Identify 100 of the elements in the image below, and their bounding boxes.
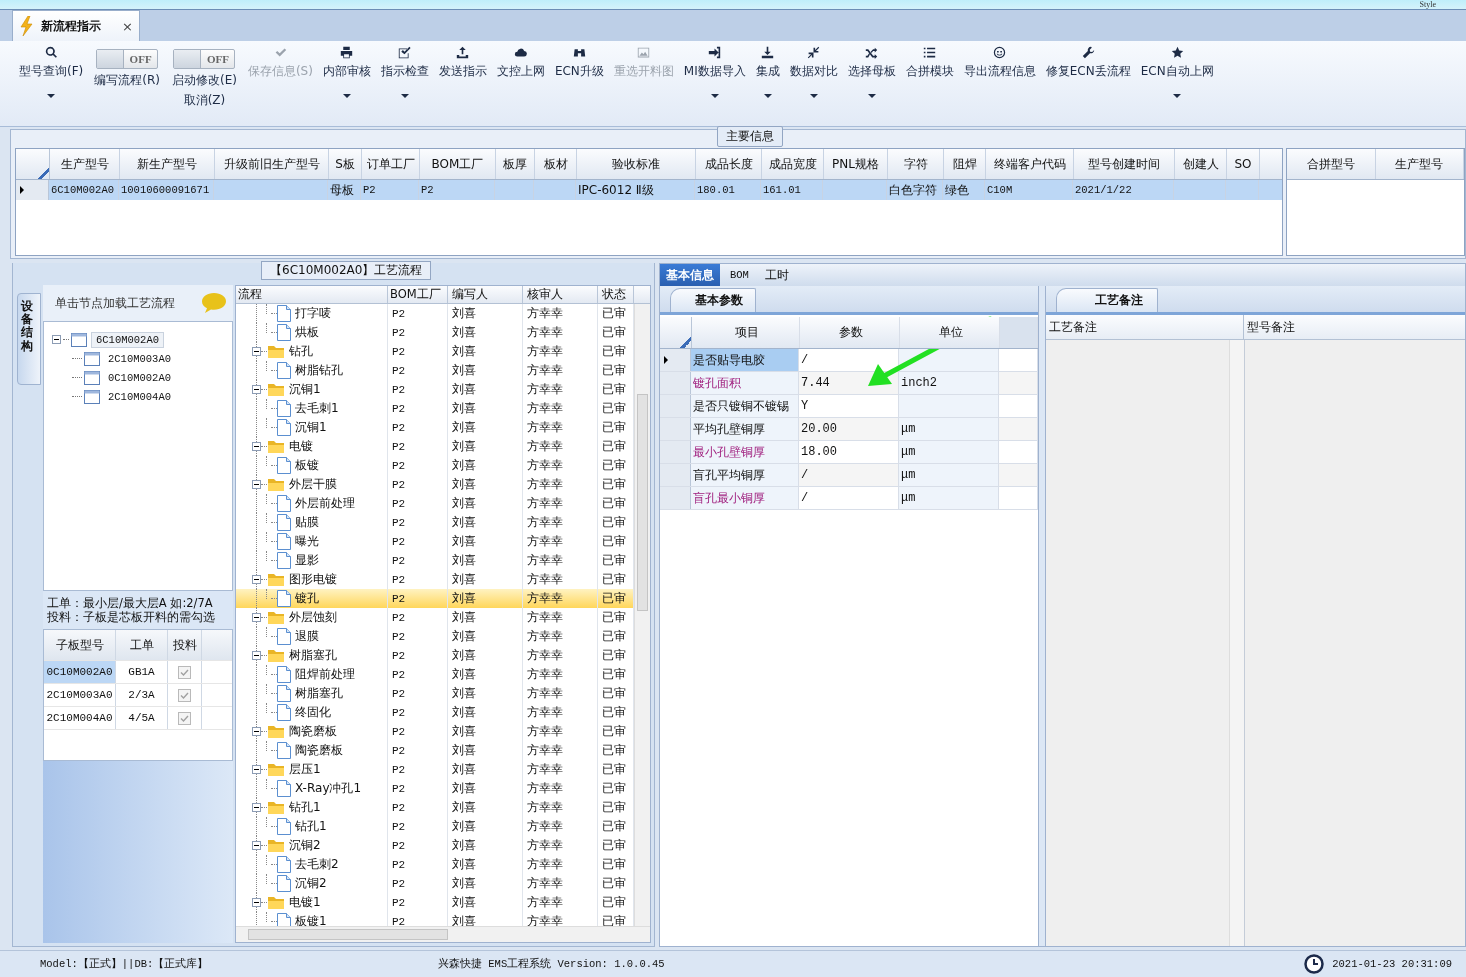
tree-row[interactable]: 电镀1 P2 刘喜 方幸幸 已审 bbox=[236, 893, 634, 912]
column-header[interactable]: 子板型号 bbox=[44, 630, 116, 660]
tree-node[interactable]: 2C10M003A0 bbox=[104, 351, 175, 366]
collapse-icon[interactable] bbox=[252, 727, 261, 736]
column-header[interactable]: 工艺备注 bbox=[1046, 315, 1244, 339]
column-header[interactable]: 型号备注 bbox=[1244, 315, 1465, 339]
column-header[interactable]: 项目 bbox=[692, 317, 800, 348]
table-row[interactable]: 平均孔壁铜厚 20.00 μm bbox=[660, 418, 1038, 441]
column-header[interactable]: 板材 bbox=[535, 149, 577, 179]
column-header[interactable]: 生产型号 bbox=[50, 149, 120, 179]
tree-row[interactable]: 钻孔1 P2 刘喜 方幸幸 已审 bbox=[236, 817, 634, 836]
toolbar-button[interactable]: 合拼模块 bbox=[900, 45, 959, 80]
toolbar-button[interactable]: ECN自动上网 bbox=[1135, 45, 1219, 98]
table-cell[interactable]: 0C10M002A0 bbox=[44, 661, 116, 683]
tree-row[interactable]: 层压1 P2 刘喜 方幸幸 已审 bbox=[236, 760, 634, 779]
toolbar-button[interactable]: 发送指示 bbox=[433, 45, 492, 80]
column-header[interactable]: 成品长度 bbox=[696, 149, 762, 179]
checkbox[interactable] bbox=[178, 665, 191, 679]
tree-row[interactable]: 沉铜2 P2 刘喜 方幸幸 已审 bbox=[236, 836, 634, 855]
collapse-icon[interactable] bbox=[252, 898, 261, 907]
collapse-icon[interactable] bbox=[252, 480, 261, 489]
toolbar-button[interactable]: 内部审核 bbox=[317, 45, 376, 98]
tree-row[interactable]: 镀孔 P2 刘喜 方幸幸 已审 bbox=[236, 589, 634, 608]
tab[interactable]: 基本参数 bbox=[670, 288, 756, 312]
style-menu[interactable]: Style bbox=[1419, 0, 1436, 9]
column-header[interactable]: 订单工厂 bbox=[362, 149, 420, 179]
column-header[interactable]: 核审人 bbox=[523, 286, 598, 303]
column-header[interactable]: 终端客户代码 bbox=[986, 149, 1074, 179]
tree-row[interactable]: 去毛刺2 P2 刘喜 方幸幸 已审 bbox=[236, 855, 634, 874]
tree-row[interactable]: 沉铜1 P2 刘喜 方幸幸 已审 bbox=[236, 380, 634, 399]
table-row[interactable]: 盲孔平均铜厚 / μm bbox=[660, 464, 1038, 487]
toolbar-button[interactable]: 文控上网 bbox=[491, 45, 550, 80]
column-header[interactable]: 创建人 bbox=[1175, 149, 1227, 179]
toolbar-button[interactable]: 指示检查 bbox=[375, 45, 434, 98]
column-header[interactable]: BOM工厂 bbox=[420, 149, 496, 179]
tree-row[interactable]: 板镀 P2 刘喜 方幸幸 已审 bbox=[236, 456, 634, 475]
document-tab[interactable]: 新流程指示 × bbox=[12, 10, 140, 41]
table-row[interactable]: 是否只镀铜不镀锡 Y bbox=[660, 395, 1038, 418]
tree-row[interactable]: 电镀 P2 刘喜 方幸幸 已审 bbox=[236, 437, 634, 456]
tab[interactable]: 基本信息 bbox=[660, 264, 720, 286]
column-header[interactable]: 字符 bbox=[888, 149, 944, 179]
tree-row[interactable]: 外层蚀刻 P2 刘喜 方幸幸 已审 bbox=[236, 608, 634, 627]
tree-row[interactable]: 打字唛 P2 刘喜 方幸幸 已审 bbox=[236, 304, 634, 323]
column-header[interactable]: 型号创建时间 bbox=[1074, 149, 1175, 179]
tree-row[interactable]: 阻焊前处理 P2 刘喜 方幸幸 已审 bbox=[236, 665, 634, 684]
collapse-icon[interactable] bbox=[252, 575, 261, 584]
tree-row[interactable]: 终固化 P2 刘喜 方幸幸 已审 bbox=[236, 703, 634, 722]
column-header[interactable]: 生产型号 bbox=[1375, 149, 1464, 179]
tab[interactable]: 工时 bbox=[758, 264, 795, 286]
collapse-icon[interactable] bbox=[252, 841, 261, 850]
column-header[interactable]: 流程 bbox=[236, 286, 388, 303]
table-row[interactable]: 盲孔最小铜厚 / μm bbox=[660, 487, 1038, 510]
tree-row[interactable]: 钻孔1 P2 刘喜 方幸幸 已审 bbox=[236, 798, 634, 817]
collapse-icon[interactable] bbox=[252, 442, 261, 451]
toolbar-button[interactable]: 集成 bbox=[750, 45, 785, 98]
tree-node[interactable]: 0C10M002A0 bbox=[104, 370, 175, 385]
checkbox[interactable] bbox=[178, 711, 191, 725]
tree-row[interactable]: 钻孔 P2 刘喜 方幸幸 已审 bbox=[236, 342, 634, 361]
column-header[interactable]: S板 bbox=[329, 149, 362, 179]
tree-row[interactable]: 去毛刺1 P2 刘喜 方幸幸 已审 bbox=[236, 399, 634, 418]
column-header[interactable]: 参数 bbox=[800, 317, 900, 348]
column-header[interactable]: 阻焊 bbox=[944, 149, 986, 179]
column-header[interactable]: PNL规格 bbox=[824, 149, 888, 179]
tree-row[interactable]: 树脂塞孔 P2 刘喜 方幸幸 已审 bbox=[236, 684, 634, 703]
tree-node[interactable]: 2C10M004A0 bbox=[104, 389, 175, 404]
column-header[interactable]: 新生产型号 bbox=[120, 149, 215, 179]
toolbar-button[interactable]: 选择母板 bbox=[842, 45, 901, 98]
table-row[interactable]: 最小孔壁铜厚 18.00 μm bbox=[660, 441, 1038, 464]
tree-row[interactable]: 陶瓷磨板 P2 刘喜 方幸幸 已审 bbox=[236, 741, 634, 760]
tree-row[interactable]: 树脂塞孔 P2 刘喜 方幸幸 已审 bbox=[236, 646, 634, 665]
tree-row[interactable]: 曝光 P2 刘喜 方幸幸 已审 bbox=[236, 532, 634, 551]
toolbar-button[interactable]: 导出流程信息 bbox=[958, 45, 1041, 80]
table-row[interactable]: 镀孔面积 7.44 inch2 bbox=[660, 372, 1038, 395]
table-cell[interactable]: 2C10M004A0 bbox=[44, 707, 116, 729]
column-header[interactable]: 板厚 bbox=[496, 149, 535, 179]
tab[interactable]: 工艺备注 bbox=[1056, 288, 1158, 312]
tree-row[interactable]: 外层干膜 P2 刘喜 方幸幸 已审 bbox=[236, 475, 634, 494]
tree-row[interactable]: 显影 P2 刘喜 方幸幸 已审 bbox=[236, 551, 634, 570]
tree-row[interactable]: 沉铜2 P2 刘喜 方幸幸 已审 bbox=[236, 874, 634, 893]
toggle-switch[interactable]: OFF bbox=[173, 49, 236, 69]
table-row[interactable]: 是否贴导电胶 / bbox=[660, 349, 1038, 372]
vertical-scrollbar[interactable] bbox=[634, 304, 650, 926]
column-header[interactable]: 合拼型号 bbox=[1287, 149, 1376, 179]
collapse-icon[interactable] bbox=[252, 613, 261, 622]
close-button[interactable]: × bbox=[122, 18, 133, 34]
tree-row[interactable]: 烘板 P2 刘喜 方幸幸 已审 bbox=[236, 323, 634, 342]
toolbar-button[interactable]: 数据对比 bbox=[784, 45, 843, 98]
collapse-icon[interactable] bbox=[252, 651, 261, 660]
checkbox[interactable] bbox=[178, 688, 191, 702]
toggle-switch[interactable]: OFF bbox=[96, 49, 159, 69]
toolbar-button[interactable]: 修复ECN丢流程 bbox=[1040, 45, 1136, 80]
column-header[interactable]: 工单 bbox=[116, 630, 168, 660]
toolbar-button[interactable]: ECN升级 bbox=[549, 45, 609, 80]
column-header[interactable]: 编写人 bbox=[448, 286, 523, 303]
toolbar-button[interactable]: 型号查询(F) bbox=[14, 45, 89, 98]
collapse-icon[interactable] bbox=[252, 803, 261, 812]
column-header[interactable]: 升级前旧生产型号 bbox=[215, 149, 329, 179]
column-header[interactable]: 状态 bbox=[598, 286, 634, 303]
collapse-icon[interactable] bbox=[252, 385, 261, 394]
tree-row[interactable]: 陶瓷磨板 P2 刘喜 方幸幸 已审 bbox=[236, 722, 634, 741]
